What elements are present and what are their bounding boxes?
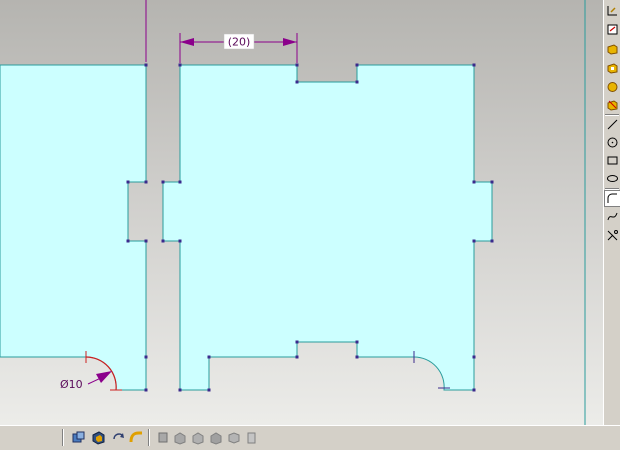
ellipse-icon[interactable] — [605, 171, 620, 186]
rectangle-icon[interactable] — [605, 153, 620, 168]
isometric-view-icon[interactable] — [208, 429, 224, 445]
dimension-horizontal[interactable]: (20) — [179, 33, 298, 63]
top-view-icon[interactable] — [172, 429, 188, 445]
spline-icon[interactable] — [605, 209, 620, 224]
section-view-icon[interactable] — [243, 429, 259, 445]
rotate-view-icon[interactable] — [110, 429, 126, 445]
view-toolbar — [0, 425, 620, 450]
revolve-icon[interactable] — [605, 79, 620, 94]
trim-icon[interactable] — [605, 228, 620, 243]
dimension-horizontal-text[interactable]: (20) — [228, 36, 251, 49]
view-orientation-icon[interactable] — [70, 429, 86, 445]
sketch-region-left[interactable] — [0, 64, 147, 391]
line-icon[interactable] — [605, 117, 620, 132]
extruded-boss-icon[interactable] — [605, 41, 620, 56]
circle-icon[interactable] — [605, 135, 620, 150]
sketch-region-right[interactable] — [162, 64, 493, 391]
toolbar-separator — [605, 188, 619, 190]
sweep-icon[interactable] — [605, 97, 620, 112]
toolbar-separator — [62, 429, 64, 446]
smart-dimension-icon[interactable] — [605, 3, 620, 18]
normal-to-icon[interactable] — [226, 429, 242, 445]
sketch-toolbar — [603, 0, 620, 425]
fillet-icon[interactable] — [604, 190, 620, 207]
pan-view-icon[interactable] — [128, 429, 144, 445]
extruded-cut-icon[interactable] — [605, 60, 620, 75]
graphics-viewport[interactable]: (20) Ø10 — [0, 0, 603, 425]
dimension-diameter-text[interactable]: Ø10 — [60, 378, 83, 391]
dimension-diameter[interactable]: Ø10 — [60, 371, 112, 391]
toolbar-separator — [605, 114, 619, 116]
toolbar-separator — [148, 429, 150, 446]
sketch-icon[interactable] — [605, 22, 620, 37]
sketch-canvas[interactable]: (20) Ø10 — [0, 0, 603, 425]
front-view-icon[interactable] — [155, 429, 171, 445]
shaded-icon[interactable] — [90, 429, 106, 445]
right-view-icon[interactable] — [190, 429, 206, 445]
